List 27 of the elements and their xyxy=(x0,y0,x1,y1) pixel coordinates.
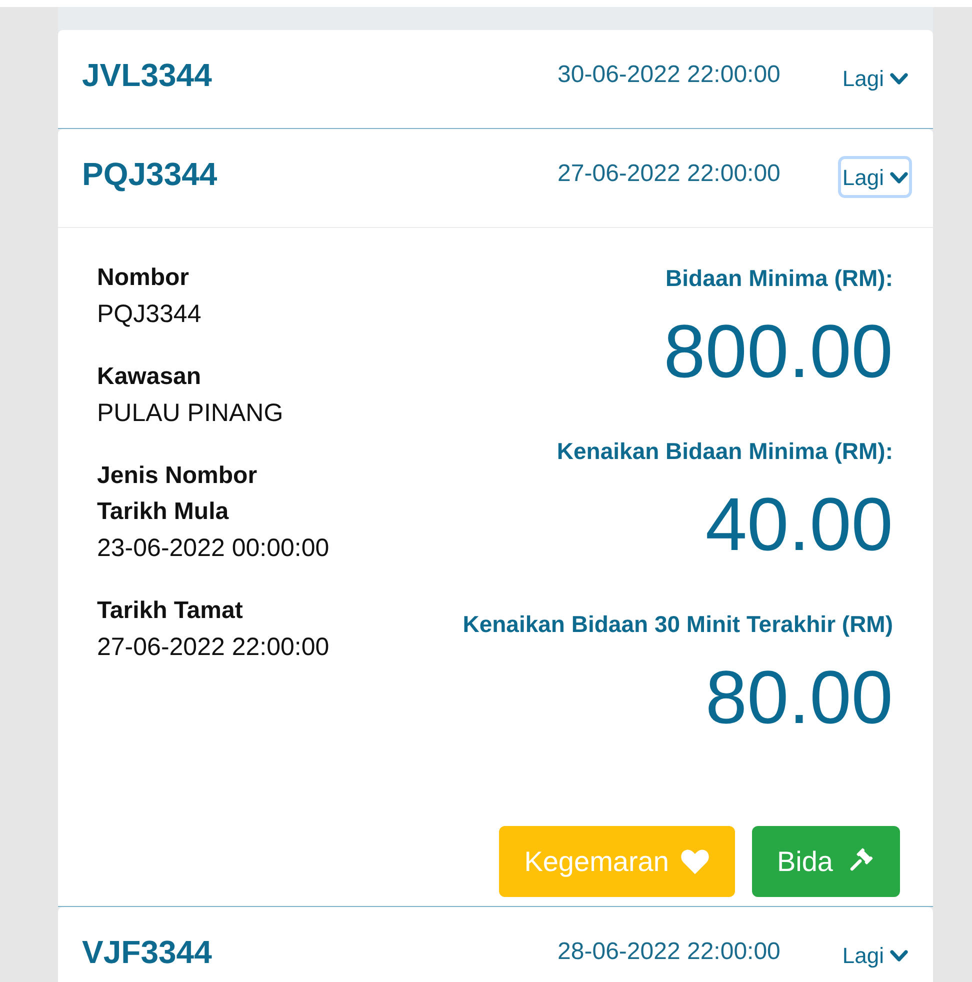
chevron-down-icon xyxy=(890,950,908,962)
field-label: Jenis Nombor xyxy=(97,461,258,491)
field-value: PULAU PINANG xyxy=(97,398,284,429)
field-label: Nombor xyxy=(97,263,189,293)
field-value: 27-06-2022 22:00:00 xyxy=(97,632,330,663)
more-button[interactable]: Lagi xyxy=(838,156,912,198)
field-value: PQJ3344 xyxy=(97,299,202,330)
field-value: 23-06-2022 00:00:00 xyxy=(97,533,330,564)
plate-number: PQJ3344 xyxy=(82,156,218,192)
end-time: 28-06-2022 22:00:00 xyxy=(558,938,780,966)
amount-label: Kenaikan Bidaan 30 Minit Terakhir (RM) xyxy=(462,610,893,639)
field-label: Tarikh Mula xyxy=(97,497,229,527)
end-time: 30-06-2022 22:00:00 xyxy=(558,61,780,89)
heart-icon xyxy=(680,848,710,875)
amount-value: 40.00 xyxy=(705,484,893,564)
amount-value: 80.00 xyxy=(705,657,893,737)
end-time: 27-06-2022 22:00:00 xyxy=(558,160,780,188)
field-label: Kawasan xyxy=(97,362,202,392)
plate-number: VJF3344 xyxy=(82,934,212,970)
amount-label: Kenaikan Bidaan Minima (RM): xyxy=(556,437,893,466)
bid-button[interactable]: Bida xyxy=(752,826,900,897)
amount-value: 800.00 xyxy=(664,311,893,391)
plate-number: JVL3344 xyxy=(82,56,212,94)
amount-label: Bidaan Minima (RM): xyxy=(666,264,893,293)
chevron-down-icon xyxy=(890,172,908,184)
field-label: Tarikh Tamat xyxy=(97,596,243,626)
chevron-down-icon xyxy=(890,73,908,85)
